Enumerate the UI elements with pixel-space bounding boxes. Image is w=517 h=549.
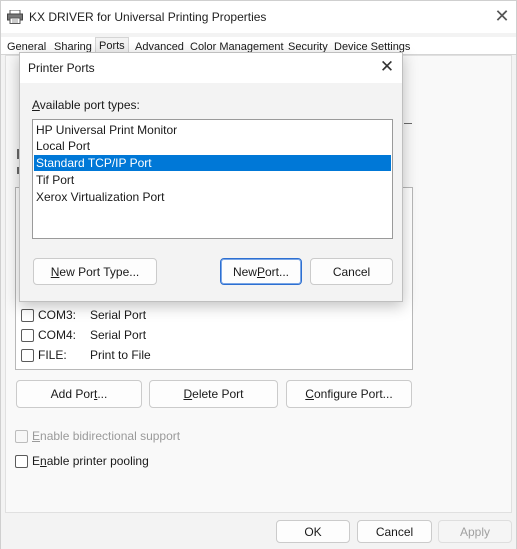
pooling-label-b: n <box>40 454 47 468</box>
port-checkbox[interactable] <box>21 308 34 322</box>
window-title: KX DRIVER for Universal Printing Propert… <box>29 10 267 24</box>
printer-pooling-option[interactable]: En able printer pooling <box>15 454 149 468</box>
add-port-label-c: ... <box>97 387 108 401</box>
list-item[interactable]: HP Universal Print Monitor <box>34 122 391 138</box>
modal-title: Printer Ports <box>28 61 95 75</box>
port-description: Serial Port <box>90 328 147 342</box>
new-port-type-label-a: N <box>50 264 60 279</box>
new-port-type-button[interactable]: New Port Type... <box>33 258 157 285</box>
bidirectional-support-option: Enable bidirectional support <box>15 429 180 443</box>
list-item-selected[interactable]: Standard TCP/IP Port <box>34 155 391 171</box>
port-checkbox[interactable] <box>21 348 34 362</box>
printer-icon <box>7 10 23 24</box>
delete-port-label-b: elete Port <box>192 387 244 401</box>
ok-button[interactable]: OK <box>276 520 350 543</box>
pooling-checkbox[interactable] <box>15 454 28 468</box>
new-port-label-b: P <box>256 264 265 279</box>
new-port-label-c: ort... <box>265 264 290 279</box>
delete-port-label-a: D <box>183 387 193 401</box>
port-name: COM3: <box>38 308 77 322</box>
list-item[interactable]: Xerox Virtualization Port <box>34 189 391 205</box>
bidirectional-label-a: E <box>32 429 41 443</box>
available-port-types-label: Available port types: <box>32 98 140 112</box>
delete-port-button[interactable]: Delete Port <box>149 380 278 408</box>
port-description: Serial Port <box>90 308 147 322</box>
cancel-button[interactable]: Cancel <box>357 520 432 543</box>
port-name: COM4: <box>38 328 77 342</box>
list-item[interactable]: Tif Port <box>34 172 391 188</box>
port-name: FILE: <box>38 348 67 362</box>
add-port-button[interactable]: Add Por t... <box>16 380 142 408</box>
apply-button[interactable]: Apply <box>438 520 512 543</box>
new-port-button[interactable]: New Port... <box>220 258 302 285</box>
list-item[interactable]: Local Port <box>34 138 391 154</box>
port-types-label-a: A <box>32 98 40 112</box>
port-checkbox[interactable] <box>21 328 34 342</box>
bidirectional-label-b: nable bidirectional support <box>40 429 181 443</box>
list-item[interactable]: COM4: Serial Port <box>21 326 146 344</box>
modal-cancel-button[interactable]: Cancel <box>310 258 393 285</box>
pooling-label-a: E <box>32 454 41 468</box>
port-types-label-b: vailable port types: <box>39 98 140 112</box>
new-port-type-label-b: ew Port Type... <box>59 264 140 279</box>
close-icon[interactable]: ✕ <box>493 7 511 25</box>
bidirectional-checkbox <box>15 429 28 443</box>
close-icon[interactable]: ✕ <box>378 58 396 76</box>
new-port-label-a: New <box>232 264 257 279</box>
configure-port-label-a: C <box>305 387 314 401</box>
add-port-label-a: Add Por <box>50 387 94 401</box>
hidden-divider-fragment-right <box>404 123 412 124</box>
list-item[interactable]: FILE: Print to File <box>21 346 151 364</box>
title-bar: KX DRIVER for Universal Printing Propert… <box>1 1 516 33</box>
modal-title-bar: Printer Ports ✕ <box>20 53 402 83</box>
port-types-list[interactable]: HP Universal Print Monitor Local Port St… <box>32 119 393 239</box>
configure-port-button[interactable]: Configure Port... <box>286 380 412 408</box>
configure-port-label-b: onfigure Port... <box>313 387 393 401</box>
port-description: Print to File <box>90 348 151 362</box>
printer-ports-dialog: Printer Ports ✕ Available port types: HP… <box>19 52 403 302</box>
pooling-label-c: able printer pooling <box>46 454 149 468</box>
list-item[interactable]: COM3: Serial Port <box>21 306 146 324</box>
